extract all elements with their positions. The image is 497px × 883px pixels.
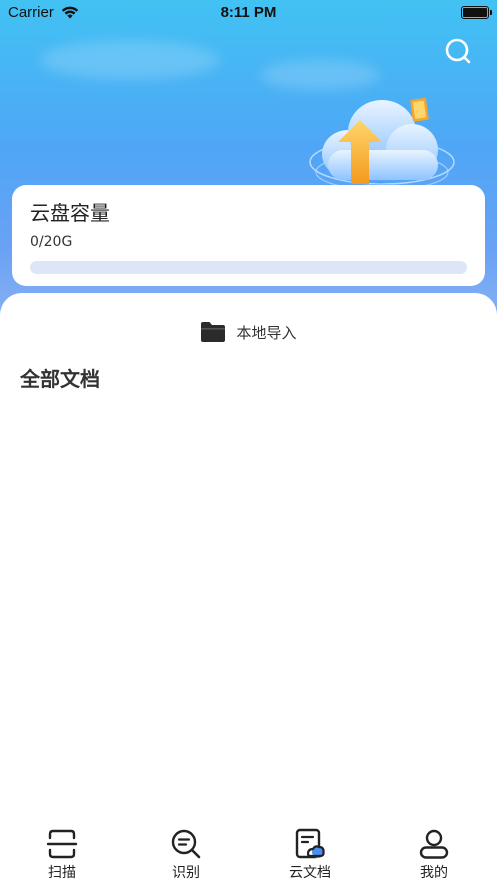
storage-title: 云盘容量 [30, 201, 110, 225]
scan-icon [46, 829, 78, 859]
folder-icon [201, 322, 226, 342]
tab-scan[interactable]: 扫描 [22, 828, 102, 882]
battery-icon [461, 6, 492, 19]
cloud-document-icon [295, 828, 325, 859]
search-icon[interactable] [443, 36, 473, 66]
clock: 8:11 PM [220, 4, 277, 21]
status-bar: Carrier 8:11 PM [0, 0, 497, 26]
tab-profile[interactable]: 我的 [394, 828, 474, 882]
tab-label: 我的 [420, 865, 448, 881]
local-import-label: 本地导入 [236, 323, 297, 342]
storage-capacity-card: 云盘容量 0/20G [12, 185, 485, 286]
all-documents-title: 全部文档 [20, 367, 100, 391]
recognize-icon [171, 829, 201, 859]
tab-label: 扫描 [48, 865, 76, 881]
storage-progress-bar [30, 261, 467, 274]
tab-label: 云文档 [289, 865, 331, 881]
bottom-tab-bar: 扫描 识别 云文档 我的 [0, 822, 497, 883]
sky-cloud [260, 60, 380, 90]
sky-cloud [40, 40, 220, 80]
documents-sheet: 本地导入 全部文档 [0, 293, 497, 883]
tab-recognize[interactable]: 识别 [146, 828, 226, 882]
tab-cloud-documents[interactable]: 云文档 [270, 828, 350, 882]
profile-icon [419, 829, 449, 859]
local-import-button[interactable]: 本地导入 [0, 319, 497, 345]
tab-label: 识别 [172, 865, 200, 881]
storage-usage: 0/20G [30, 234, 73, 250]
